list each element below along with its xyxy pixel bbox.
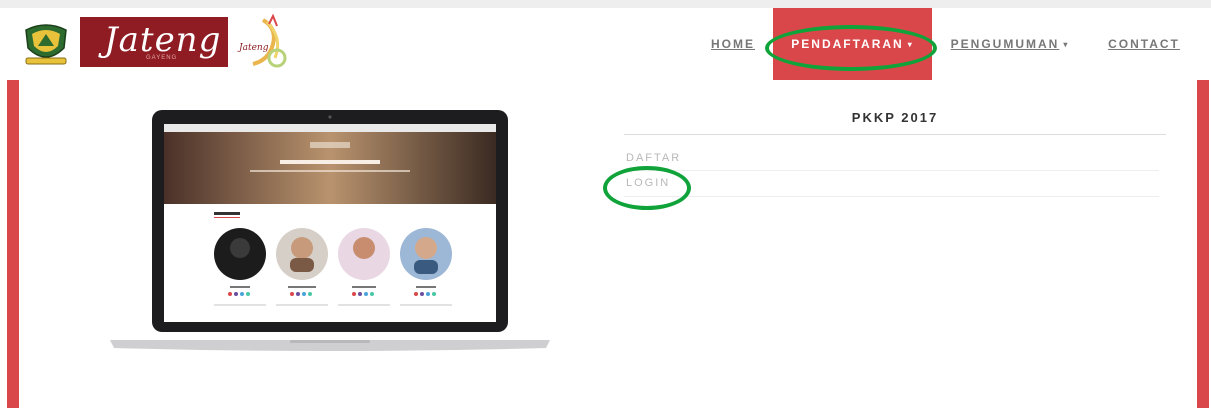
brand-subtitle: GAYENG (146, 55, 178, 61)
nav-contact-label: CONTACT (1108, 37, 1180, 51)
laptop-illustration (110, 110, 550, 351)
nav-contact[interactable]: CONTACT (1097, 8, 1191, 80)
festival-logo: Jateng (237, 14, 287, 68)
nav-pengumuman[interactable]: PENGUMUMAN ▾ (940, 8, 1080, 80)
title-divider (624, 134, 1166, 135)
nav-pengumuman-label: PENGUMUMAN (950, 37, 1060, 51)
nav-home-label: HOME (711, 37, 755, 51)
chevron-down-icon: ▾ (1063, 39, 1070, 49)
brand-name: Jateng (104, 20, 222, 60)
province-crest-logo[interactable] (22, 20, 70, 66)
brand-logo[interactable]: Jateng GAYENG (80, 17, 228, 67)
menu-divider (624, 170, 1159, 171)
link-login[interactable]: LOGIN (626, 177, 670, 189)
nav-pendaftaran[interactable]: PENDAFTARAN ▾ (773, 8, 932, 80)
link-daftar[interactable]: DAFTAR (626, 152, 681, 164)
svg-text:Jateng: Jateng (237, 43, 269, 53)
right-accent-bar (1197, 80, 1209, 408)
nav-pendaftaran-label: PENDAFTARAN (791, 37, 904, 51)
chevron-down-icon: ▾ (907, 39, 914, 49)
nav-home[interactable]: HOME (700, 8, 766, 80)
top-strip (0, 0, 1211, 8)
menu-divider (624, 196, 1159, 197)
left-accent-bar (7, 80, 19, 408)
panel-title: PKKP 2017 (851, 110, 939, 125)
